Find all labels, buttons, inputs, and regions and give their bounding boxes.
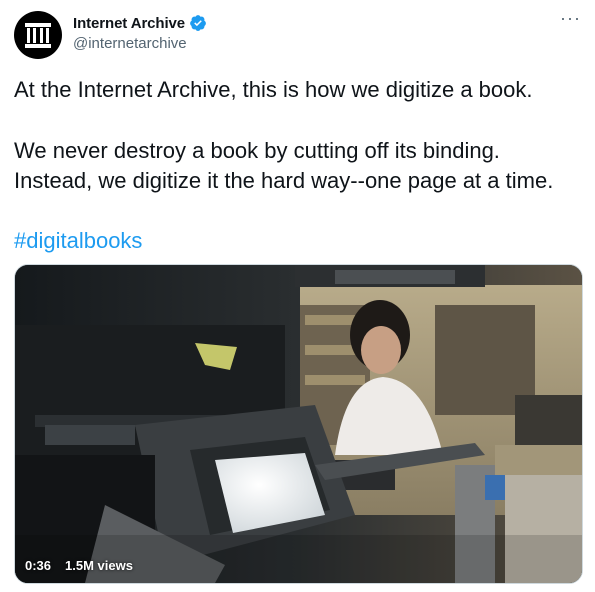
video-view-count: 1.5M views [65, 558, 133, 573]
verified-badge-icon [189, 14, 207, 32]
tweet-text-line-1: At the Internet Archive, this is how we … [14, 77, 533, 102]
display-name[interactable]: Internet Archive [73, 15, 185, 32]
more-options-icon[interactable]: ··· [560, 9, 581, 27]
archive-building-icon [25, 23, 51, 48]
video-thumbnail [15, 265, 582, 583]
tweet-text-line-3: Instead, we digitize it the hard way--on… [14, 168, 554, 193]
tweet: Internet Archive @internetarchive ··· At… [0, 0, 595, 592]
video-duration: 0:36 [25, 558, 52, 573]
avatar[interactable] [14, 11, 62, 59]
tweet-text-line-2: We never destroy a book by cutting off i… [14, 138, 500, 163]
hashtag-link[interactable]: #digitalbooks [14, 226, 142, 256]
handle[interactable]: @internetarchive [73, 35, 207, 52]
video-overlay: 0:36 1.5M views [25, 558, 133, 573]
author-block: Internet Archive @internetarchive [73, 14, 207, 52]
video-player[interactable]: 0:36 1.5M views [14, 264, 583, 584]
